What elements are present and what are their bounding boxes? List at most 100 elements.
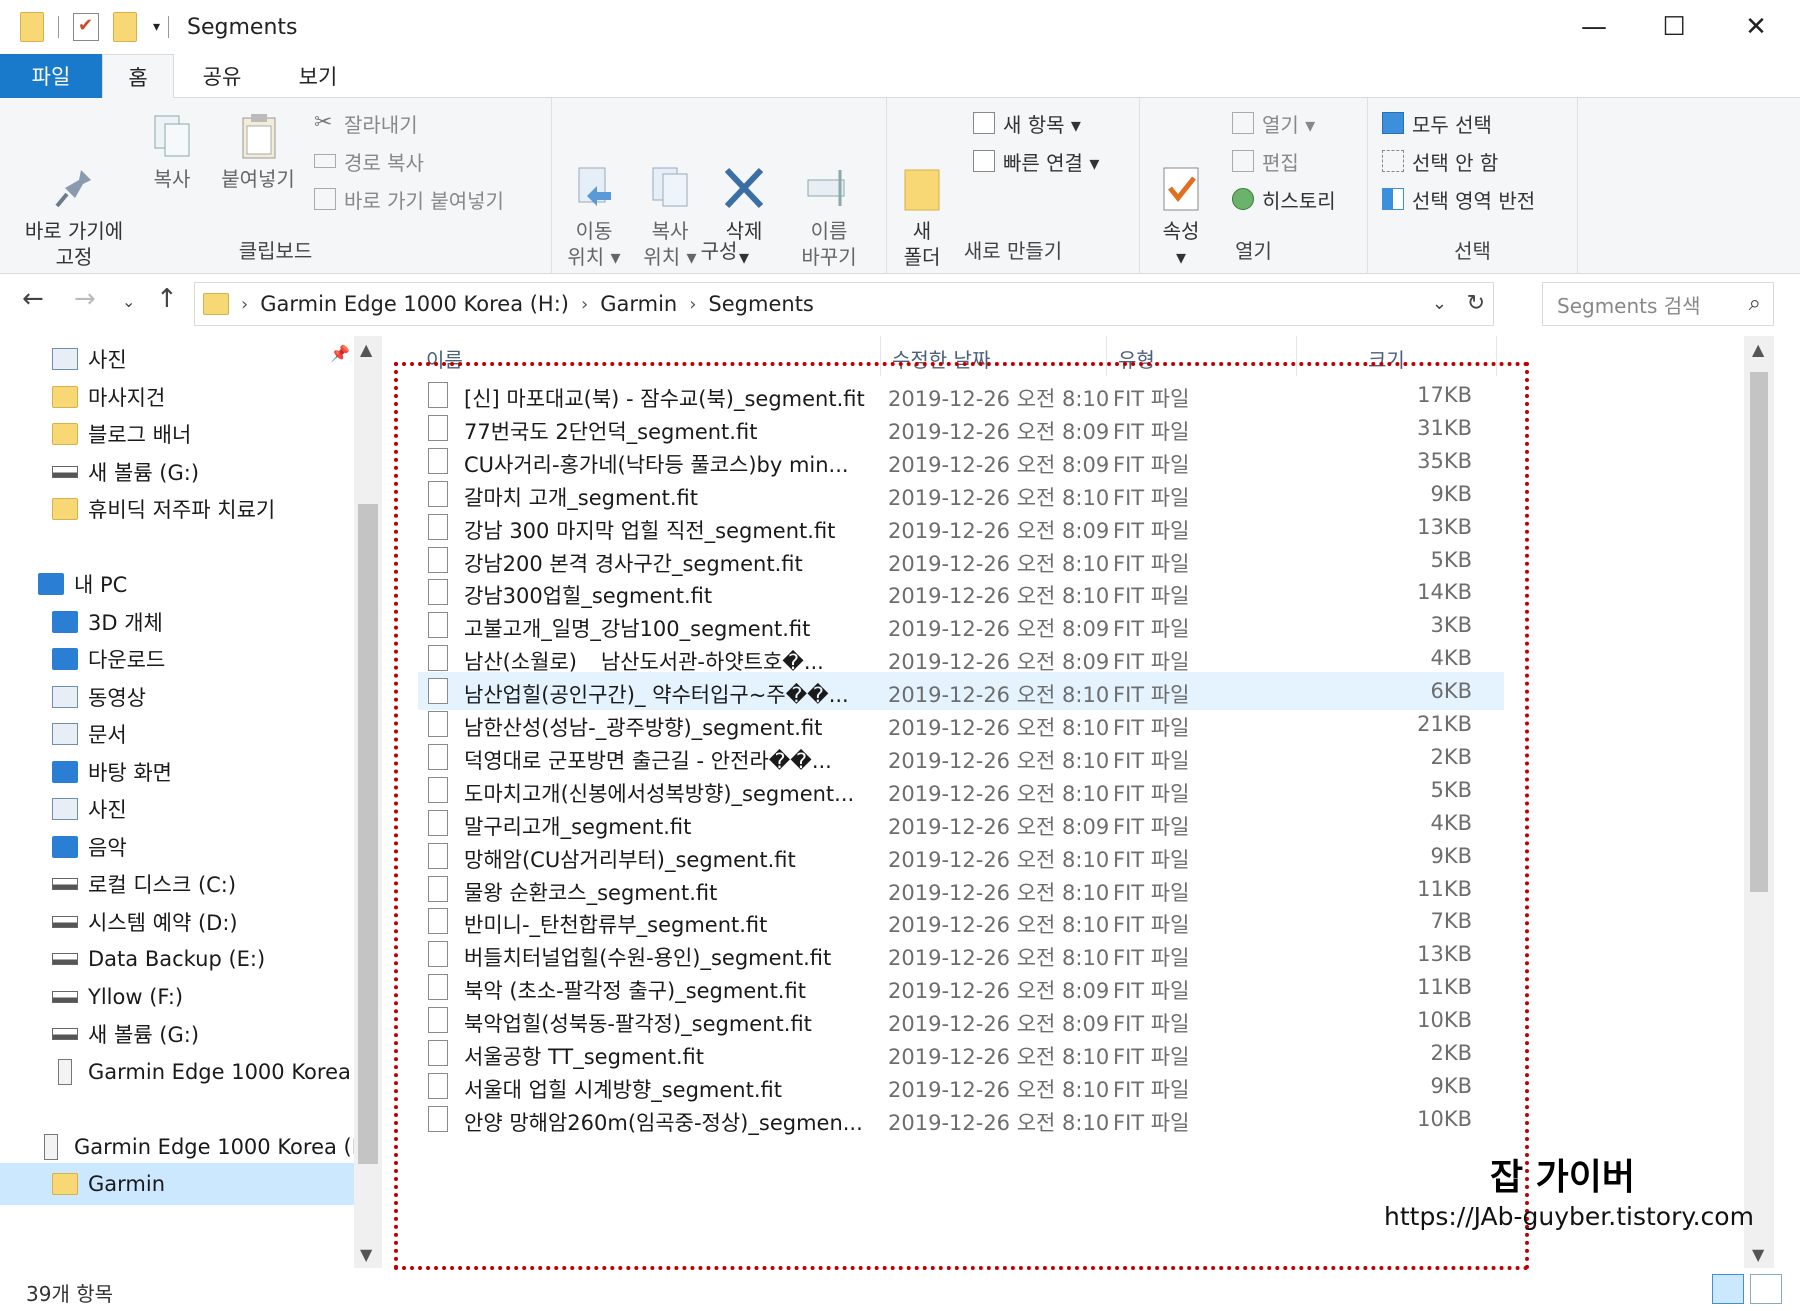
sidebar-item[interactable]: 사진 — [0, 338, 354, 380]
sidebar-item-label: 새 볼륨 (G:) — [88, 1023, 200, 1047]
tab-share[interactable]: 공유 — [182, 54, 262, 98]
sidebar-item[interactable]: Garmin — [0, 1163, 354, 1205]
sidebar-item[interactable]: 마사지건 — [0, 376, 354, 418]
sidebar-item[interactable]: 동영상 — [0, 676, 354, 718]
tab-view[interactable]: 보기 — [278, 54, 358, 98]
search-icon[interactable]: ⌕ — [1749, 291, 1761, 316]
breadcrumb-chevron-icon[interactable]: › — [241, 294, 248, 315]
paste-shortcut-icon — [314, 188, 336, 210]
copy-path-button[interactable]: 경로 복사 — [314, 144, 424, 178]
divider — [168, 16, 170, 38]
breadcrumb-garmin[interactable]: Garmin — [600, 292, 677, 316]
file-size: 2KB — [1430, 744, 1472, 769]
sidebar-item[interactable]: Yllow (F:) — [0, 976, 354, 1018]
sidebar-item[interactable]: 사진 — [0, 788, 354, 830]
file-row[interactable]: 안양 망해암260m(임곡중-정상)_segmen... 2019-12-26 오… — [418, 1100, 1504, 1138]
sidebar-item[interactable]: 내 PC — [0, 563, 354, 605]
file-date: 2019-12-26 오전 8:10 — [888, 1110, 1110, 1135]
sidebar-scrollbar[interactable]: ▲ ▼ — [354, 336, 382, 1268]
refresh-icon[interactable]: ↻ — [1467, 291, 1485, 316]
scroll-down-icon[interactable]: ▼ — [360, 1245, 372, 1264]
pin-icon — [51, 138, 97, 208]
paste-shortcut-button[interactable]: 바로 가기 붙여넣기 — [314, 182, 504, 216]
file-icon — [428, 546, 448, 573]
download-icon — [52, 648, 78, 670]
sidebar-item[interactable]: 3D 개체 — [0, 601, 354, 643]
sidebar-item[interactable]: 시스템 예약 (D:) — [0, 901, 354, 943]
open-button[interactable]: 열기 ▾ — [1232, 106, 1315, 140]
file-name: 안양 망해암260m(임곡중-정상)_segmen... — [464, 1110, 863, 1135]
sidebar-item[interactable]: 로컬 디스크 (C:) — [0, 863, 354, 905]
sidebar-item[interactable]: 다운로드 — [0, 638, 354, 680]
properties-quick-icon[interactable] — [73, 13, 99, 41]
quick-access-dropdown-icon[interactable]: ▾ — [153, 19, 160, 35]
breadcrumb-segments[interactable]: Segments — [708, 292, 813, 316]
scroll-down-icon[interactable]: ▼ — [1752, 1245, 1764, 1264]
sidebar-item[interactable]: Data Backup (E:) — [0, 938, 354, 980]
address-bar[interactable]: › Garmin Edge 1000 Korea (H:) › Garmin ›… — [194, 282, 1494, 326]
close-button[interactable]: ✕ — [1716, 0, 1796, 54]
copy-icon — [149, 112, 195, 160]
sidebar-item[interactable]: 블로그 배너 — [0, 413, 354, 455]
sidebar-item[interactable]: 새 볼륨 (G:) — [0, 451, 354, 493]
history-button[interactable]: 히스토리 — [1232, 182, 1336, 216]
breadcrumb-chevron-icon[interactable]: › — [581, 294, 588, 315]
sidebar-item-label: 사진 — [88, 798, 127, 822]
maximize-button[interactable]: ☐ — [1634, 0, 1714, 54]
breadcrumb-chevron-icon[interactable]: › — [689, 294, 696, 315]
folder-icon — [52, 423, 78, 445]
watermark-url: https://JAb-guyber.tistory.com — [1384, 1202, 1754, 1231]
invert-selection-button[interactable]: 선택 영역 반전 — [1382, 182, 1535, 216]
drive-icon — [52, 915, 78, 928]
large-icons-view-button[interactable] — [1750, 1274, 1782, 1304]
recent-locations-chevron-icon[interactable]: ⌄ — [122, 292, 135, 311]
file-list-scrollbar[interactable]: ▲ ▼ — [1744, 336, 1774, 1268]
tab-home[interactable]: 홈 — [102, 54, 174, 99]
file-size: 4KB — [1430, 810, 1472, 835]
cut-button[interactable]: ✂ 잘라내기 — [314, 106, 418, 140]
tab-file[interactable]: 파일 — [0, 54, 102, 98]
file-icon — [428, 809, 448, 836]
sidebar-item[interactable]: Garmin Edge 1000 Korea (H — [0, 1126, 354, 1168]
file-list-scroll-thumb[interactable] — [1750, 372, 1768, 892]
sidebar-item[interactable]: Garmin Edge 1000 Korea ( — [0, 1051, 354, 1093]
column-divider[interactable] — [880, 336, 881, 376]
file-icon — [428, 743, 448, 770]
column-header-size[interactable]: 크기 — [1368, 344, 1405, 373]
breadcrumb-drive[interactable]: Garmin Edge 1000 Korea (H:) — [260, 292, 569, 316]
scroll-up-icon[interactable]: ▲ — [1752, 340, 1764, 359]
scroll-up-icon[interactable]: ▲ — [360, 340, 372, 359]
sidebar-item[interactable]: 새 볼륨 (G:) — [0, 1013, 354, 1055]
sidebar-item[interactable]: 음악 — [0, 826, 354, 868]
edit-button[interactable]: 편집 — [1232, 144, 1299, 178]
minimize-button[interactable]: — — [1554, 0, 1634, 54]
column-divider[interactable] — [1496, 336, 1497, 376]
drive-icon — [52, 465, 78, 478]
details-view-button[interactable] — [1712, 1274, 1744, 1304]
file-icon — [428, 480, 448, 507]
column-header-type[interactable]: 유형 — [1118, 344, 1155, 373]
new-folder-quick-icon[interactable] — [113, 12, 137, 42]
copy-button[interactable]: 복사 — [144, 112, 200, 192]
column-divider[interactable] — [1106, 336, 1107, 376]
sidebar-item[interactable]: 문서 — [0, 713, 354, 755]
column-divider[interactable] — [1296, 336, 1297, 376]
back-arrow-icon[interactable]: ← — [22, 284, 44, 314]
paste-button[interactable]: 붙여넣기 — [210, 112, 306, 192]
file-size: 31KB — [1417, 415, 1472, 440]
sidebar-item[interactable]: 바탕 화면 — [0, 751, 354, 793]
column-header-name[interactable]: 이름 — [426, 344, 463, 373]
search-box[interactable]: Segments 검색 ⌕ — [1542, 282, 1774, 326]
organize-group: 이동 위치 ▾ 복사 위치 ▾ 삭제 ▾ 이름 바꾸기 구성 — [552, 98, 887, 274]
sidebar-item-label: 문서 — [88, 723, 127, 747]
column-header-date[interactable]: 수정한 날짜 — [892, 344, 990, 373]
sidebar-scroll-thumb[interactable] — [358, 504, 378, 1164]
easy-access-button[interactable]: 빠른 연결 ▾ — [973, 144, 1099, 178]
forward-arrow-icon[interactable]: → — [74, 284, 96, 314]
up-arrow-icon[interactable]: ↑ — [156, 284, 178, 314]
new-item-button[interactable]: 새 항목 ▾ — [973, 106, 1081, 140]
select-none-button[interactable]: 선택 안 함 — [1382, 144, 1498, 178]
sidebar-item[interactable]: 휴비딕 저주파 치료기 — [0, 488, 354, 530]
address-dropdown-icon[interactable]: ⌄ — [1432, 293, 1447, 314]
select-all-button[interactable]: 모두 선택 — [1382, 106, 1492, 140]
